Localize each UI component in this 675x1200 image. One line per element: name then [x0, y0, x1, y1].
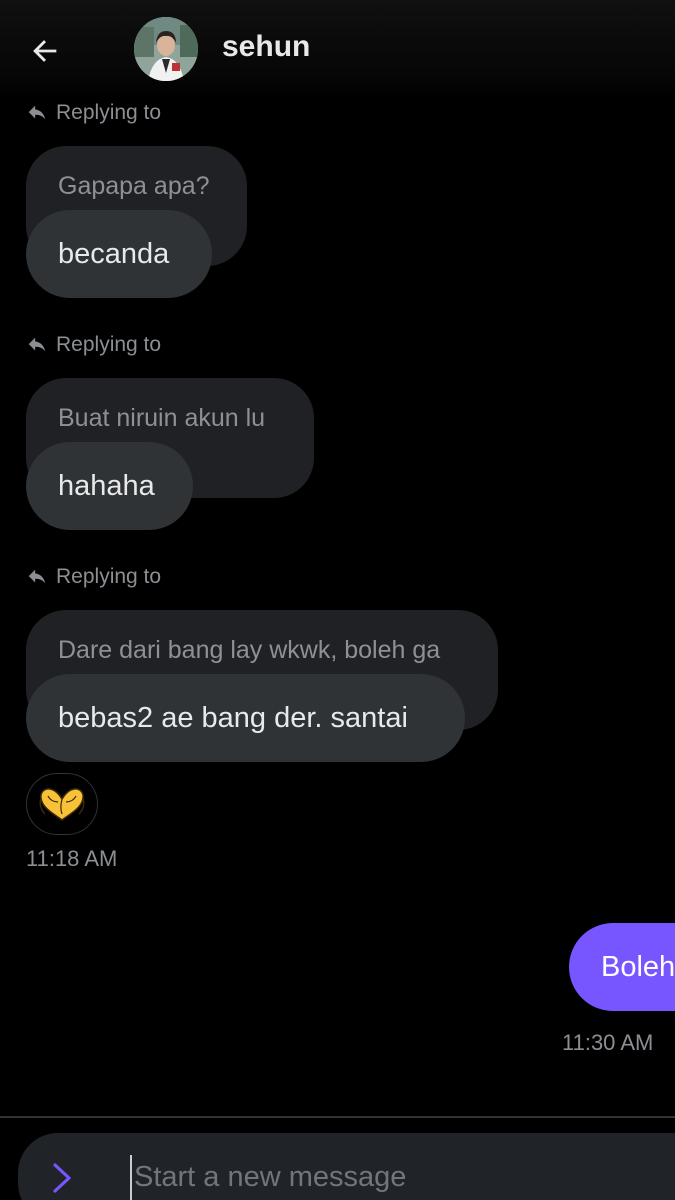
- reply-label-text: Replying to: [56, 333, 162, 356]
- reply-arrow-icon: [28, 337, 46, 352]
- message-text: hahaha: [58, 469, 155, 502]
- reply-indicator: Replying to: [26, 565, 161, 589]
- message-timestamp: 11:18 AM: [26, 846, 118, 871]
- quoted-text: Gapapa apa?: [58, 172, 210, 200]
- dm-conversation-screen: sehun Replying to Gapapa apa? becanda Re…: [0, 0, 675, 1200]
- composer-expand-button[interactable]: [42, 1158, 82, 1198]
- reply-arrow-icon: [28, 105, 46, 120]
- contact-name[interactable]: sehun: [222, 30, 310, 64]
- quoted-text: Buat niruin akun lu: [58, 404, 266, 432]
- received-message-bubble[interactable]: becanda: [26, 210, 212, 298]
- message-timestamp: 11:30 AM: [562, 1030, 654, 1055]
- received-message-bubble[interactable]: hahaha: [26, 442, 193, 530]
- reply-label-text: Replying to: [56, 565, 162, 588]
- message-reaction[interactable]: [26, 773, 98, 835]
- chevron-right-icon: [53, 1163, 71, 1193]
- composer-divider: [0, 1116, 675, 1118]
- message-text: bebas2 ae bang der. santai: [58, 701, 408, 734]
- reply-indicator: Replying to: [26, 333, 161, 357]
- message-text: becanda: [58, 237, 170, 270]
- message-text: Boleh: [601, 950, 675, 983]
- avatar[interactable]: [134, 17, 198, 81]
- conversation-header: sehun: [0, 0, 675, 100]
- reply-arrow-icon: [28, 569, 46, 584]
- reply-indicator: Replying to: [26, 101, 161, 125]
- quoted-text: Dare dari bang lay wkwk, boleh ga: [58, 636, 441, 664]
- back-button[interactable]: [22, 28, 68, 74]
- message-input[interactable]: [130, 1155, 650, 1200]
- heart-hands-icon: [39, 788, 85, 821]
- reply-label-text: Replying to: [56, 101, 162, 124]
- received-message-bubble[interactable]: bebas2 ae bang der. santai: [26, 674, 465, 762]
- profile-avatar: [134, 17, 198, 81]
- sent-message-bubble[interactable]: Boleh: [569, 923, 675, 1011]
- arrow-left-icon: [33, 40, 57, 62]
